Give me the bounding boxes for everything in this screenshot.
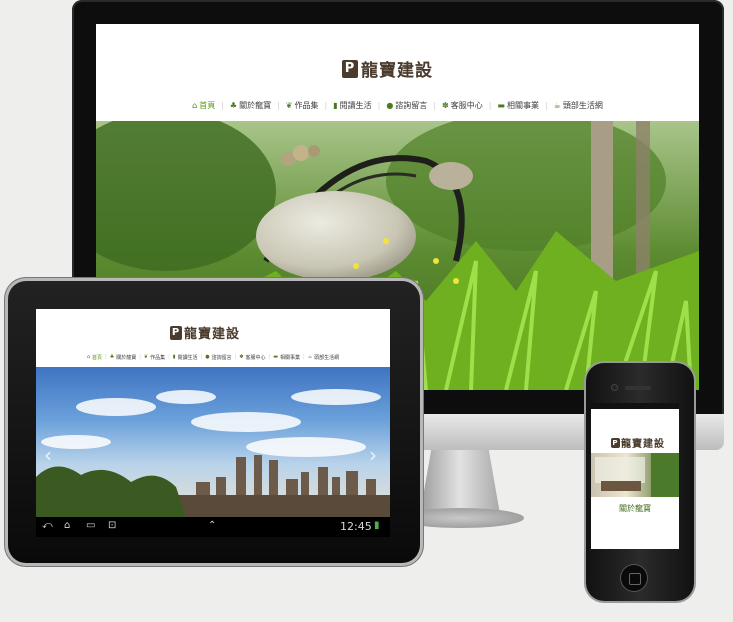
brand-name: 龍寶建設 [361, 61, 433, 81]
nav-separator: | [221, 100, 224, 110]
chat-icon: ● [205, 354, 210, 360]
slide-prev-arrow[interactable]: ‹ [44, 443, 52, 467]
phone-status-bar [591, 403, 679, 409]
interior-hero-image [591, 453, 679, 497]
nav-item-label: 客服中心 [450, 100, 483, 110]
nav-separator: | [139, 354, 141, 360]
phone-screen: P 龍寶建設 關於龍寶 [591, 403, 679, 549]
nav-separator: | [234, 354, 237, 360]
people-icon: ✽ [442, 100, 449, 110]
brand-name: 龍寶建設 [184, 327, 241, 342]
people-icon: ✽ [239, 354, 244, 360]
android-system-bar: ⤺ ⌂ ▭ ⊡ ⌃ 12:45 ▮ [36, 517, 390, 537]
nav-item-label: 首頁 [92, 354, 103, 361]
nav-item-label: 首頁 [199, 100, 216, 110]
nav-item[interactable]: ♣ 關於龍寶 [230, 100, 271, 111]
nav-item[interactable]: ☕ 頭部生活網 [308, 354, 340, 361]
back-icon[interactable]: ⤺ [42, 520, 53, 531]
screenshot-icon[interactable]: ⊡ [108, 520, 116, 531]
slide-next-arrow[interactable]: › [369, 443, 377, 467]
nav-item-label: 客服中心 [245, 354, 266, 361]
nav-item[interactable]: ✽ 客服中心 [239, 354, 265, 361]
tree-icon: ♣ [229, 100, 238, 110]
chat-icon: ● [386, 100, 394, 110]
tree-icon: ♣ [109, 354, 115, 360]
nav-separator: | [488, 100, 492, 110]
phone-home-button[interactable] [621, 565, 647, 591]
tablet-screen: P 龍寶建設 ⌂ 首頁 | ♣ 關於龍寶 | ❦ 作品集 | ▮ 閱讀生活 | ● 諮詢留言 | ✽ 客服中心 |… [36, 309, 390, 517]
desktop-logo[interactable]: P 龍寶建設 [342, 56, 433, 81]
cup-icon: ☕ [553, 100, 561, 110]
nav-item-label: 諮詢留言 [211, 354, 232, 361]
brand-name: 龍寶建設 [621, 439, 665, 450]
nav-item[interactable]: ♣ 關於龍寶 [110, 354, 137, 361]
leaf-icon: ❦ [143, 354, 149, 360]
brand-logo-icon: P [342, 59, 358, 78]
nav-item[interactable]: ⌂ 首頁 [192, 100, 215, 111]
city-skyline-slide: ‹ › [36, 367, 390, 517]
nav-item-label: 作品集 [150, 354, 166, 361]
nav-item[interactable]: ▬ 相關事業 [273, 354, 300, 361]
nav-separator: | [200, 354, 203, 360]
book-icon: ▮ [172, 354, 176, 360]
nav-item-label: 閱讀生活 [339, 100, 372, 110]
nav-item-label: 閱讀生活 [177, 354, 198, 361]
recent-apps-icon[interactable]: ▭ [86, 520, 95, 531]
nav-item-label: 相關事業 [279, 354, 300, 361]
system-clock: 12:45 [340, 520, 372, 533]
nav-item-label: 關於龍寶 [116, 354, 137, 361]
briefcase-icon: ▬ [497, 100, 505, 110]
nav-separator: | [324, 100, 328, 110]
brand-logo-icon: P [611, 437, 620, 448]
tablet-logo[interactable]: P 龍寶建設 [170, 323, 240, 342]
phone-camera-icon [612, 385, 617, 390]
nav-separator: | [377, 100, 381, 110]
briefcase-icon: ▬ [273, 354, 278, 360]
nav-separator: | [105, 354, 107, 360]
cup-icon: ☕ [307, 354, 313, 360]
nav-item[interactable]: ✽ 客服中心 [442, 100, 483, 111]
nav-item-label: 頭部生活網 [314, 354, 340, 361]
desktop-main-nav: ⌂ 首頁 | ♣ 關於龍寶 | ❦ 作品集 | ▮ 閱讀生活 | ● 諮詢留言 | ✽ 客服中心 | ▬ 相關事業 | ☕… [96, 98, 699, 112]
home-icon[interactable]: ⌂ [64, 520, 70, 531]
nav-separator: | [303, 354, 305, 360]
nav-separator: | [268, 354, 271, 360]
leaf-icon: ❦ [285, 100, 293, 110]
tablet-main-nav: ⌂ 首頁 | ♣ 關於龍寶 | ❦ 作品集 | ▮ 閱讀生活 | ● 諮詢留言 | ✽ 客服中心 | ▬ 相關事業 | ☕… [36, 352, 390, 362]
battery-icon: ▮ [374, 520, 380, 531]
nav-separator: | [168, 354, 170, 360]
phone-menu-item[interactable]: 關於龍寶 [591, 503, 679, 514]
nav-item[interactable]: ● 諮詢留言 [205, 354, 231, 361]
chevron-up-icon[interactable]: ⌃ [208, 520, 216, 531]
phone-speaker [625, 386, 651, 390]
nav-item-label: 諮詢留言 [395, 100, 428, 110]
desktop-site-header: P 龍寶建設 ⌂ 首頁 | ♣ 關於龍寶 | ❦ 作品集 | ▮ 閱讀生活 | ● 諮詢留言 | ✽ 客服中心 |… [96, 24, 699, 121]
nav-item-label: 關於龍寶 [239, 100, 272, 110]
nav-item-label: 相關事業 [506, 100, 539, 110]
home-icon: ⌂ [192, 100, 198, 110]
nav-item[interactable]: ● 諮詢留言 [386, 100, 427, 111]
book-icon: ▮ [333, 100, 338, 110]
nav-item[interactable]: ▮ 閱讀生活 [333, 100, 371, 111]
nav-item[interactable]: ▮ 閱讀生活 [173, 354, 198, 361]
nav-item[interactable]: ☕ 頭部生活網 [554, 100, 603, 111]
nav-separator: | [544, 100, 548, 110]
monitor-stand [420, 450, 500, 514]
nav-item[interactable]: ❦ 作品集 [144, 354, 165, 361]
home-icon: ⌂ [86, 354, 90, 360]
nav-separator: | [277, 100, 280, 110]
nav-item-label: 作品集 [294, 100, 319, 110]
tablet-site-header: P 龍寶建設 ⌂ 首頁 | ♣ 關於龍寶 | ❦ 作品集 | ▮ 閱讀生活 | ● 諮詢留言 | ✽ 客服中心 |… [36, 309, 390, 367]
nav-item[interactable]: ⌂ 首頁 [87, 354, 102, 361]
brand-logo-icon: P [170, 325, 182, 340]
phone-logo[interactable]: P 龍寶建設 [611, 435, 665, 450]
nav-item[interactable]: ▬ 相關事業 [497, 100, 539, 111]
nav-separator: | [433, 100, 436, 110]
nav-item-label: 頭部生活網 [562, 100, 603, 110]
nav-item[interactable]: ❦ 作品集 [286, 100, 319, 111]
